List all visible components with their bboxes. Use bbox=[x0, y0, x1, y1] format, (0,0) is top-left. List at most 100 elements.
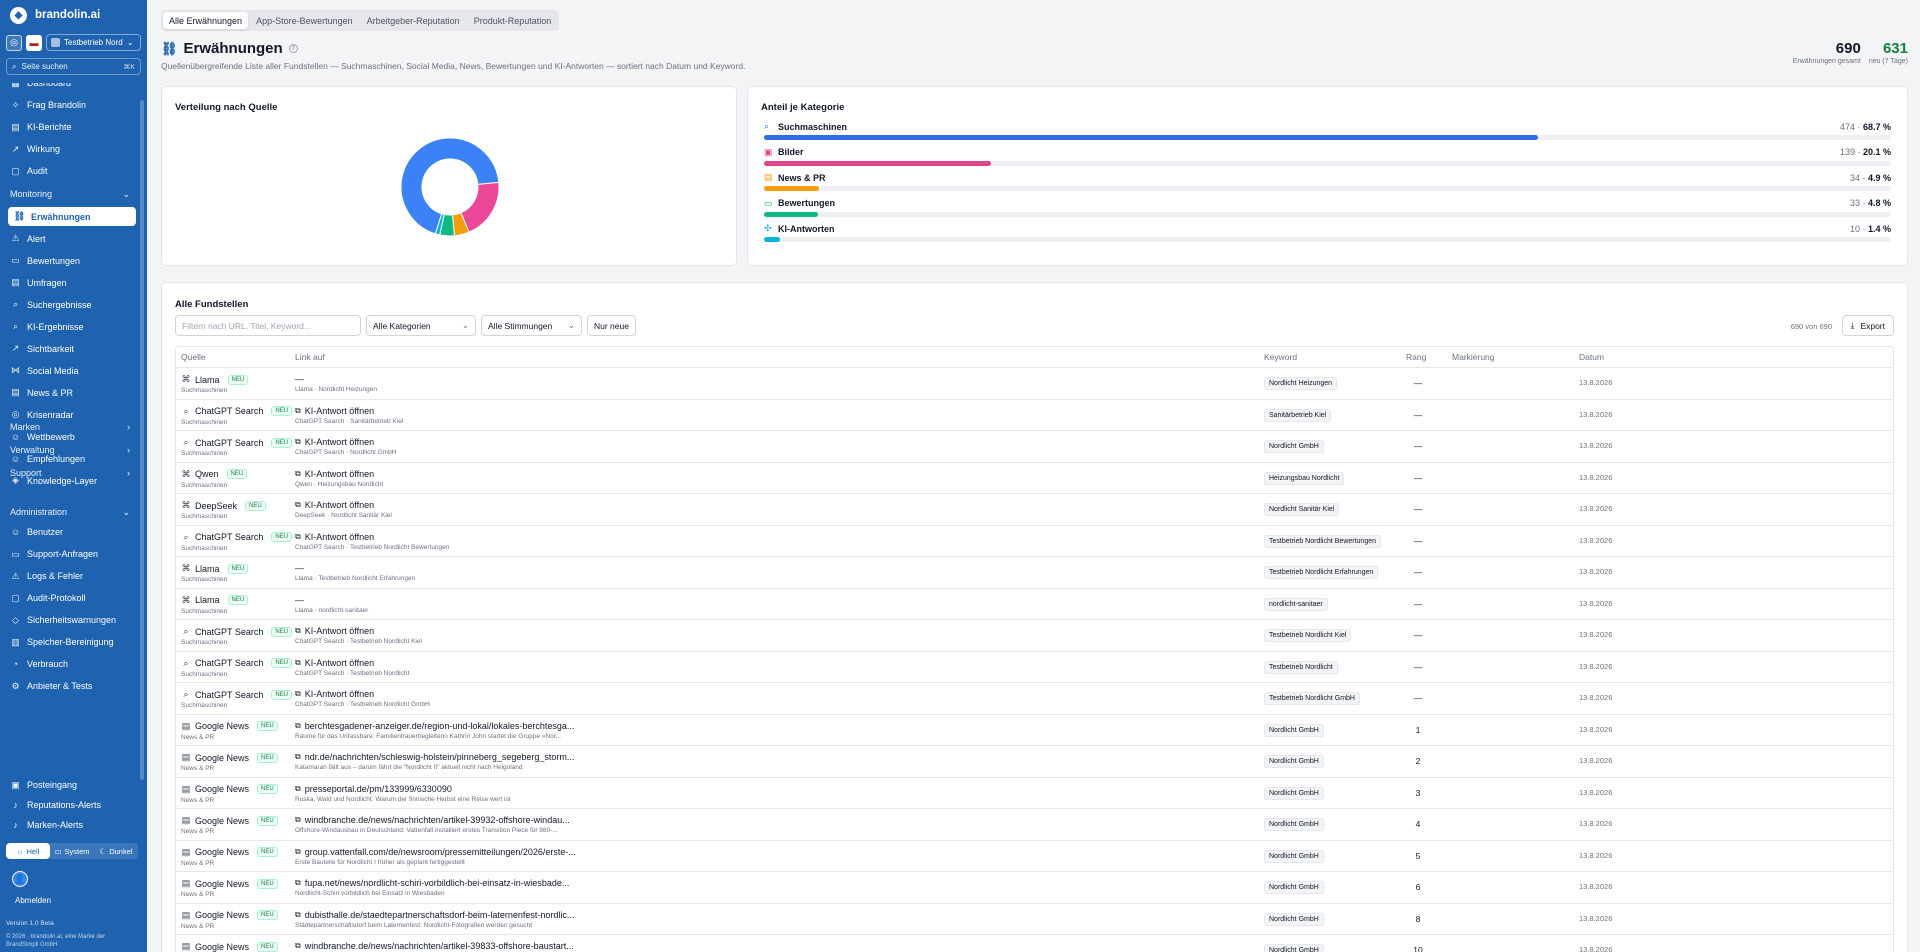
filter-input[interactable]: Filtern nach URL, Titel, Keyword... bbox=[175, 315, 361, 336]
sidebar-search-input[interactable]: ⌕ Seite suchen ⌘K bbox=[6, 58, 141, 75]
keyword-cell: Nordlicht GmbH bbox=[1264, 723, 1324, 737]
table-row[interactable]: ▤ Google News NEU News & PR ⧉ presseportal.de… bbox=[176, 778, 1893, 809]
link-cell: ⧉ fupa.net/news/nordlicht-schiri-vorbildl… bbox=[295, 878, 595, 897]
table-row[interactable]: ▤ Google News NEU News & PR ⧉ fupa.net/news/n… bbox=[176, 872, 1893, 904]
donut-slice-bilder[interactable] bbox=[460, 181, 500, 233]
sidebar-item-umfragen[interactable]: ▤ Umfragen bbox=[0, 273, 140, 292]
sidebar-item-speicher-bereinigung[interactable]: ▥ Speicher-Bereinigung bbox=[0, 633, 140, 651]
logout-link[interactable]: Abmelden bbox=[15, 896, 51, 905]
col-date[interactable]: Datum bbox=[1579, 352, 1604, 362]
sidebar-item-audit-protokoll[interactable]: ▢ Audit-Protokoll bbox=[0, 589, 140, 607]
theme-system-button[interactable]: ▭ System bbox=[50, 843, 94, 859]
external-link-icon: ⧉ bbox=[295, 783, 301, 793]
table-row[interactable]: ⌕ ChatGPT Search NEU Suchmaschinen ⧉ KI-Antwo… bbox=[176, 620, 1893, 652]
link-title[interactable]: ⧉ group.vattenfall.com/de/newsroom/presse… bbox=[295, 847, 595, 857]
section-marken[interactable]: Marken › bbox=[0, 418, 140, 436]
sidebar-item-wirkung[interactable]: ↗ Wirkung bbox=[0, 140, 140, 158]
theme-light-button[interactable]: ☼ Hell bbox=[6, 843, 50, 859]
link-cell: ⧉ dubisthalle.de/staedtepartnerschaftsdor… bbox=[295, 910, 595, 929]
tab-app-store-bewertungen[interactable]: App-Store-Bewertungen bbox=[250, 12, 359, 29]
sidebar-item-alert[interactable]: ⚠ Alert bbox=[0, 229, 140, 248]
sidebar-scrollbar[interactable] bbox=[140, 100, 144, 780]
sidebar-item-verbrauch[interactable]: ◔ Verbrauch bbox=[0, 655, 140, 673]
table-row[interactable]: ⌕ ChatGPT Search NEU Suchmaschinen ⧉ KI-Antwo… bbox=[176, 431, 1893, 463]
col-mark[interactable]: Markierung bbox=[1452, 352, 1495, 362]
sidebar-item-sicherheitswarnungen[interactable]: ◇ Sicherheitswarnungen bbox=[0, 611, 140, 629]
flag-de-icon[interactable]: ▬ bbox=[26, 34, 42, 51]
table-row[interactable]: ⌘ Llama NEU Suchmaschinen — Llama · nordlicht… bbox=[176, 589, 1893, 620]
category-select[interactable]: Alle Kategorien ⌄ bbox=[366, 315, 476, 336]
link-title[interactable]: ⧉ dubisthalle.de/staedtepartnerschaftsdor… bbox=[295, 910, 595, 920]
section-monitoring[interactable]: Monitoring ⌄ bbox=[0, 185, 140, 203]
link-title[interactable]: ⧉ KI-Antwort öffnen bbox=[295, 658, 595, 668]
section-verwaltung[interactable]: Verwaltung › bbox=[0, 441, 140, 459]
table-row[interactable]: ⌘ DeepSeek NEU Suchmaschinen ⧉ KI-Antwort öff… bbox=[176, 494, 1893, 526]
sidebar-item-dashboard[interactable]: ▦ Dashboard bbox=[0, 83, 140, 92]
sidebar-item-support-anfragen[interactable]: ▭ Support-Anfragen bbox=[0, 545, 140, 563]
rank-cell: 1 bbox=[1415, 724, 1421, 735]
table-row[interactable]: ⌕ ChatGPT Search NEU Suchmaschinen ⧉ KI-Antwo… bbox=[176, 400, 1893, 431]
col-rank[interactable]: Rang bbox=[1406, 352, 1426, 362]
col-link[interactable]: Link auf bbox=[295, 352, 325, 362]
sidebar-item-audit[interactable]: ▢ Audit bbox=[0, 162, 140, 180]
sidebar-item-frag-brandolin[interactable]: ✧ Frag Brandolin bbox=[0, 96, 140, 114]
link-title[interactable]: ⧉ presseportal.de/pm/133999/6330090 bbox=[295, 784, 595, 794]
table-row[interactable]: ▤ Google News NEU News & PR ⧉ dubisthalle.de/… bbox=[176, 904, 1893, 935]
link-title[interactable]: ⧉ windbranche.de/news/nachrichten/artikel… bbox=[295, 941, 595, 951]
link-title[interactable]: ⧉ KI-Antwort öffnen bbox=[295, 689, 595, 699]
link-title[interactable]: ⧉ KI-Antwort öffnen bbox=[295, 437, 595, 447]
sidebar-item-benutzer[interactable]: ☺ Benutzer bbox=[0, 523, 140, 541]
search-icon: ⌕ bbox=[183, 437, 189, 447]
table-row[interactable]: ▤ Google News NEU News & PR ⧉ ndr.de/nachrich… bbox=[176, 746, 1893, 778]
link-subtitle: Katamaran fällt aus – darum fährt die "N… bbox=[295, 764, 523, 771]
mood-select[interactable]: Alle Stimmungen ⌄ bbox=[481, 315, 582, 336]
col-source[interactable]: Quelle bbox=[181, 352, 206, 362]
link-title[interactable]: ⧉ KI-Antwort öffnen bbox=[295, 406, 595, 416]
sidebar-item-ki-ergebnisse[interactable]: ⌕ KI-Ergebnisse bbox=[0, 317, 140, 336]
col-keyword[interactable]: Keyword bbox=[1264, 352, 1297, 362]
table-row[interactable]: ▤Google NewsNEUNews & PR⧉windbranche.de/… bbox=[176, 935, 1893, 952]
tab-alle-erwähnungen[interactable]: Alle Erwähnungen bbox=[163, 12, 249, 29]
info-icon[interactable]: ? bbox=[288, 44, 298, 53]
link-title[interactable]: ⧉ KI-Antwort öffnen bbox=[295, 532, 595, 542]
link-title[interactable]: ⧉ KI-Antwort öffnen bbox=[295, 500, 595, 510]
section-support[interactable]: Support › bbox=[0, 464, 140, 482]
table-row[interactable]: ⌕ ChatGPT Search NEU Suchmaschinen ⧉ KI-Antwo… bbox=[176, 683, 1893, 715]
link-title[interactable]: ⧉ berchtesgadener-anzeiger.de/region-und-… bbox=[295, 721, 595, 731]
link-title[interactable]: ⧉ KI-Antwort öffnen bbox=[295, 626, 595, 636]
sidebar-item-ki-berichte[interactable]: ▤ KI-Berichte bbox=[0, 118, 140, 136]
table-row[interactable]: ⌘ Llama NEU Suchmaschinen — Llama · Nordlicht… bbox=[176, 368, 1893, 400]
sidebar-item-news-pr[interactable]: ▤ News & PR bbox=[0, 383, 140, 402]
sidebar-item-suchergebnisse[interactable]: ⌕ Suchergebnisse bbox=[0, 295, 140, 314]
globe-icon[interactable]: ◎ bbox=[6, 34, 22, 51]
table-row[interactable]: ⌘ Llama NEU Suchmaschinen — Llama · Testbetri… bbox=[176, 557, 1893, 589]
sidebar-item-sichtbarkeit[interactable]: ↗ Sichtbarkeit bbox=[0, 339, 140, 358]
table-row[interactable]: ⌕ ChatGPT Search NEU Suchmaschinen ⧉ KI-Antwo… bbox=[176, 526, 1893, 557]
link-title[interactable]: ⧉ ndr.de/nachrichten/schleswig-holstein/p… bbox=[295, 752, 595, 762]
theme-dark-button[interactable]: ☾ Dunkel bbox=[94, 843, 138, 859]
avatar[interactable]: 👤 bbox=[12, 871, 28, 887]
sidebar-item-label: Logs & Fehler bbox=[27, 571, 84, 581]
sidebar-item-reputations-alerts[interactable]: ♪ Reputations-Alerts bbox=[0, 796, 140, 814]
sidebar-item-erwähnungen[interactable]: ⛓ Erwähnungen bbox=[8, 207, 136, 226]
link-title[interactable]: ⧉ KI-Antwort öffnen bbox=[295, 469, 595, 479]
link-title[interactable]: ⧉ windbranche.de/news/nachrichten/artikel… bbox=[295, 815, 595, 825]
sidebar-item-logs-fehler[interactable]: ⚠ Logs & Fehler bbox=[0, 567, 140, 585]
table-row[interactable]: ▤Google NewsNEUNews & PR⧉windbranche.de/… bbox=[176, 809, 1893, 841]
table-row[interactable]: ⌘ Qwen NEU Suchmaschinen ⧉ KI-Antwort öffnen Q… bbox=[176, 463, 1893, 494]
tenant-switcher[interactable]: Testbetrieb Nord ⌄ bbox=[46, 34, 141, 51]
tab-produkt-reputation[interactable]: Produkt-Reputation bbox=[468, 12, 558, 29]
section-administration[interactable]: Administration ⌄ bbox=[0, 503, 140, 521]
table-row[interactable]: ▤ Google News NEU News & PR ⧉ berchtesgadener… bbox=[176, 715, 1893, 746]
tab-arbeitgeber-reputation[interactable]: Arbeitgeber-Reputation bbox=[361, 12, 466, 29]
sidebar-item-posteingang[interactable]: ▣ Posteingang bbox=[0, 776, 140, 794]
sidebar-item-anbieter-tests[interactable]: ⚙ Anbieter & Tests bbox=[0, 677, 140, 695]
sidebar-item-social-media[interactable]: ⋈ Social Media bbox=[0, 361, 140, 380]
sidebar-item-bewertungen[interactable]: ▭ Bewertungen bbox=[0, 251, 140, 270]
sidebar-item-marken-alerts[interactable]: ♪ Marken-Alerts bbox=[0, 816, 140, 834]
table-row[interactable]: ⌕ ChatGPT Search NEU Suchmaschinen ⧉ KI-Antwo… bbox=[176, 652, 1893, 683]
new-only-button[interactable]: Nur neue bbox=[587, 315, 636, 336]
table-row[interactable]: ▤ Google News NEU News & PR ⧉ group.vattenfal… bbox=[176, 841, 1893, 872]
link-title[interactable]: ⧉ fupa.net/news/nordlicht-schiri-vorbildl… bbox=[295, 878, 595, 888]
export-button[interactable]: ⤓ Export bbox=[1841, 315, 1894, 336]
